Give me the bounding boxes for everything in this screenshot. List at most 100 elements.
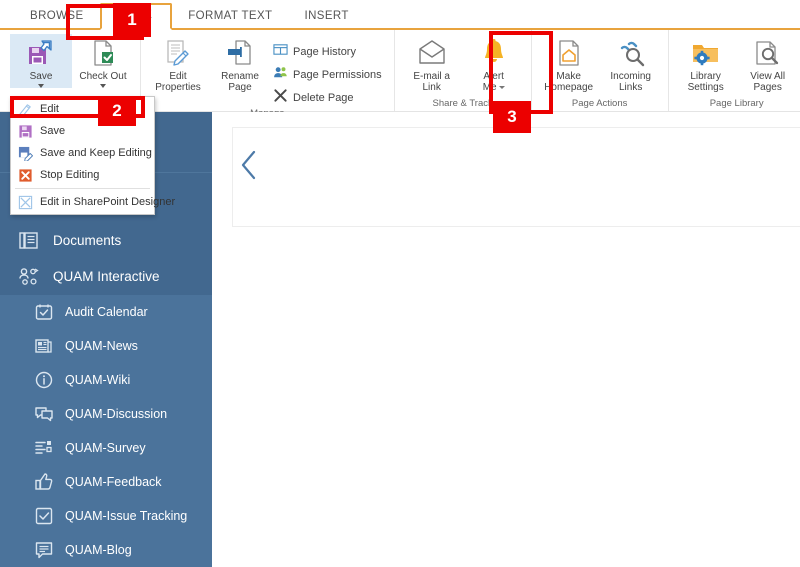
- make-homepage-icon: [554, 37, 584, 69]
- ribbon-group-manage: Edit Properties Rename Page: [141, 30, 395, 111]
- page-history-label: Page History: [293, 45, 356, 59]
- incoming-links-label: Incoming Links: [610, 71, 651, 93]
- tab-browse[interactable]: BROWSE: [14, 6, 100, 29]
- callout-number-3: 3: [493, 101, 531, 133]
- view-all-pages-icon: [753, 37, 783, 69]
- menu-item-stop-editing-label: Stop Editing: [40, 169, 99, 181]
- email-a-link-label: E-mail a Link: [413, 71, 450, 93]
- sidebar-item-audit-calendar-label: Audit Calendar: [65, 304, 148, 320]
- sidebar-collapse-button[interactable]: [237, 148, 261, 182]
- alert-me-button[interactable]: Alert Me: [463, 34, 525, 93]
- sidebar-item-quam-discussion-label: QUAM-Discussion: [65, 406, 167, 422]
- edit-icon: [17, 101, 33, 117]
- menu-item-save-and-keep-editing-label: Save and Keep Editing: [40, 147, 152, 159]
- save-keep-editing-icon: [17, 145, 33, 161]
- delete-page-icon: [273, 88, 288, 107]
- page-permissions-icon: [273, 65, 288, 84]
- library-settings-label: Library Settings: [688, 71, 724, 93]
- menu-item-edit-in-sharepoint-designer-label: Edit in SharePoint Designer: [40, 196, 175, 208]
- sidebar-item-quam-blog[interactable]: QUAM-Blog: [0, 533, 212, 567]
- rename-page-icon: [225, 37, 255, 69]
- edit-properties-button[interactable]: Edit Properties: [147, 34, 209, 93]
- sidebar-item-quam-feedback-label: QUAM-Feedback: [65, 474, 162, 490]
- manage-small-buttons: Page History Page Permissions: [271, 34, 388, 109]
- chevron-down-icon[interactable]: [100, 84, 106, 88]
- incoming-links-button[interactable]: Incoming Links: [600, 34, 662, 93]
- news-icon: [34, 336, 54, 356]
- blog-icon: [34, 540, 54, 560]
- ribbon-group-page-actions: Make Homepage Incoming Links Page Action: [532, 30, 669, 111]
- sidebar-item-quam-blog-label: QUAM-Blog: [65, 542, 132, 558]
- sidebar-item-quam-discussion[interactable]: QUAM-Discussion: [0, 397, 212, 431]
- callout-number-2: 2: [98, 96, 136, 126]
- chevron-down-icon[interactable]: [38, 84, 44, 88]
- page-content-placeholder[interactable]: [232, 127, 800, 227]
- library-settings-icon: [691, 37, 721, 69]
- check-out-button[interactable]: Check Out: [72, 34, 134, 88]
- rename-page-button-label: Rename Page: [221, 71, 259, 93]
- check-out-button-label: Check Out: [79, 71, 126, 82]
- alert-me-label: Alert Me: [483, 71, 505, 93]
- ribbon-group-label-page-actions: Page Actions: [538, 99, 662, 112]
- sidebar-item-quam-interactive-label: QUAM Interactive: [53, 269, 160, 285]
- library-settings-button[interactable]: Library Settings: [675, 34, 737, 93]
- sidebar-item-quam-survey-label: QUAM-Survey: [65, 440, 146, 456]
- calendar-check-icon: [34, 302, 54, 322]
- menu-item-edit-in-sharepoint-designer[interactable]: Edit in SharePoint Designer: [11, 191, 154, 213]
- sidebar-item-quam-news-label: QUAM-News: [65, 338, 138, 354]
- tab-format-text[interactable]: FORMAT TEXT: [172, 6, 288, 29]
- sidebar-item-quam-wiki-label: QUAM-Wiki: [65, 372, 130, 388]
- sidebar-item-audit-calendar[interactable]: Audit Calendar: [0, 295, 212, 329]
- make-homepage-button[interactable]: Make Homepage: [538, 34, 600, 93]
- delete-page-button[interactable]: Delete Page: [271, 86, 388, 109]
- info-icon: [34, 370, 54, 390]
- main-content: [212, 112, 800, 567]
- sidebar-item-documents[interactable]: Documents: [0, 223, 212, 259]
- discussion-icon: [34, 404, 54, 424]
- sidebar-item-quam-issue-tracking-label: QUAM-Issue Tracking: [65, 508, 187, 524]
- page-history-icon: [273, 42, 288, 61]
- rename-page-button[interactable]: Rename Page: [209, 34, 271, 93]
- make-homepage-label: Make Homepage: [544, 71, 593, 93]
- sidebar-nav: QUAM Documents: [0, 173, 212, 567]
- page-permissions-label: Page Permissions: [293, 68, 382, 82]
- thumbs-up-icon: [34, 472, 54, 492]
- save-icon: [17, 123, 33, 139]
- callout-number-1: 1: [113, 3, 151, 37]
- menu-item-save-label: Save: [40, 125, 65, 137]
- sidebar-item-quam-wiki[interactable]: QUAM-Wiki: [0, 363, 212, 397]
- menu-item-edit-label: Edit: [40, 103, 59, 115]
- edit-properties-button-label: Edit Properties: [155, 71, 201, 93]
- menu-item-save-and-keep-editing[interactable]: Save and Keep Editing: [11, 142, 154, 164]
- documents-icon: [18, 230, 40, 252]
- menu-separator: [15, 188, 150, 189]
- save-button[interactable]: Save: [10, 34, 72, 88]
- checkbox-icon: [34, 506, 54, 526]
- sidebar-item-quam-survey[interactable]: QUAM-Survey: [0, 431, 212, 465]
- sidebar-item-quam-news[interactable]: QUAM-News: [0, 329, 212, 363]
- ribbon-group-label-page-library: Page Library: [675, 99, 799, 112]
- page-history-button[interactable]: Page History: [271, 40, 388, 63]
- email-a-link-button[interactable]: E-mail a Link: [401, 34, 463, 93]
- check-out-icon: [88, 37, 118, 69]
- delete-page-label: Delete Page: [293, 91, 354, 105]
- page-permissions-button[interactable]: Page Permissions: [271, 63, 388, 86]
- sidebar-item-quam-feedback[interactable]: QUAM-Feedback: [0, 465, 212, 499]
- stop-editing-icon: [17, 167, 33, 183]
- tab-insert[interactable]: INSERT: [288, 6, 364, 29]
- edit-properties-icon: [163, 37, 193, 69]
- sidebar-item-quam-issue-tracking[interactable]: QUAM-Issue Tracking: [0, 499, 212, 533]
- ribbon-group-page-library: Library Settings View All Pages Page Lib…: [669, 30, 800, 111]
- incoming-links-icon: [616, 37, 646, 69]
- sharepoint-designer-icon: [17, 194, 33, 210]
- save-icon: [26, 37, 56, 69]
- save-button-label: Save: [30, 71, 53, 82]
- chevron-down-icon[interactable]: [499, 86, 505, 89]
- menu-item-stop-editing[interactable]: Stop Editing: [11, 164, 154, 186]
- sidebar-item-documents-label: Documents: [53, 233, 121, 249]
- view-all-pages-button[interactable]: View All Pages: [737, 34, 799, 93]
- people-icon: [18, 266, 40, 288]
- sidebar-item-quam-interactive[interactable]: QUAM Interactive: [0, 259, 212, 295]
- email-link-icon: [417, 37, 447, 69]
- alert-me-icon: [479, 37, 509, 69]
